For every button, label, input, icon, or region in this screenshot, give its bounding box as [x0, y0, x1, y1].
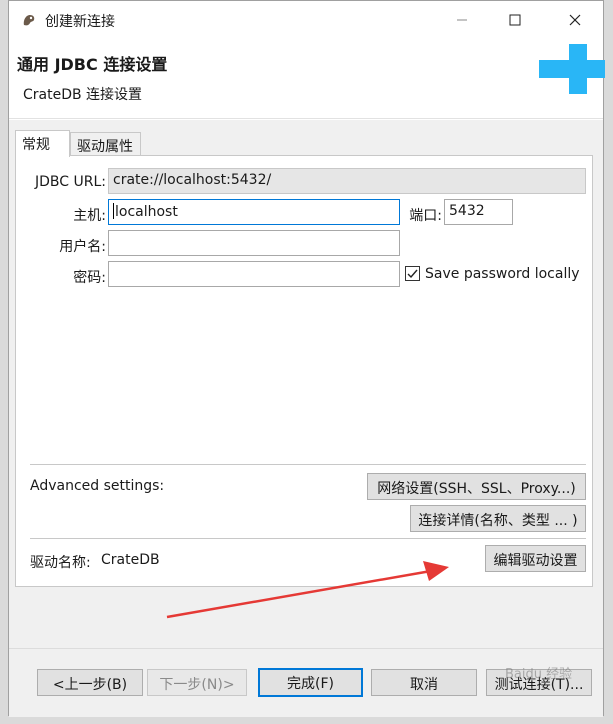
advanced-divider: [30, 464, 586, 465]
host-label: 主机:: [73, 208, 106, 224]
save-password-checkbox[interactable]: [405, 266, 420, 281]
red-arrow-annotation: [166, 561, 449, 619]
baidu-watermark: Baidu 经验: [505, 667, 573, 682]
port-field[interactable]: 5432: [444, 199, 513, 225]
password-label: 密码:: [73, 270, 106, 286]
wizard-button-bar: <上一步(B) 下一步(N)> 完成(F) 取消 测试连接(T)...: [9, 648, 603, 717]
edit-driver-button[interactable]: 编辑驱动设置: [485, 545, 586, 572]
username-label: 用户名:: [59, 239, 106, 255]
next-button[interactable]: 下一步(N)>: [147, 669, 247, 696]
port-label: 端口:: [409, 208, 442, 224]
finish-button[interactable]: 完成(F): [258, 668, 363, 697]
page-subtitle: CrateDB 连接设置: [23, 87, 143, 103]
close-icon: [569, 14, 581, 26]
tab-driver-properties[interactable]: 驱动属性: [70, 132, 141, 156]
checkmark-icon: [407, 269, 418, 279]
text-cursor: [113, 203, 114, 219]
driver-name-label: 驱动名称:: [30, 555, 91, 571]
title-bar: 创建新连接: [9, 1, 603, 39]
maximize-button[interactable]: [492, 1, 538, 39]
minimize-icon: [457, 19, 467, 21]
page-title: 通用 JDBC 连接设置: [17, 55, 168, 74]
jdbc-url-field[interactable]: crate://localhost:5432/: [108, 168, 586, 194]
crate-logo-icon: [539, 44, 605, 94]
save-password-label: Save password locally: [425, 266, 580, 282]
host-field[interactable]: localhost: [108, 199, 400, 225]
driver-divider: [30, 538, 586, 539]
window-title: 创建新连接: [45, 14, 115, 30]
maximize-icon: [509, 14, 521, 26]
host-value: localhost: [115, 204, 178, 220]
dialog-window: 创建新连接 通用 JDBC 连接设置 CrateDB 连接设置 常规 驱动属性 …: [8, 0, 605, 717]
jdbc-url-label: JDBC URL:: [35, 174, 106, 190]
network-settings-button[interactable]: 网络设置(SSH、SSL、Proxy...): [367, 473, 586, 500]
username-field[interactable]: [108, 230, 400, 256]
cancel-button[interactable]: 取消: [371, 669, 477, 696]
minimize-button[interactable]: [439, 1, 485, 39]
dbeaver-app-icon: [23, 15, 35, 26]
tab-general[interactable]: 常规: [15, 130, 70, 157]
connection-details-button[interactable]: 连接详情(名称、类型 ... ): [410, 505, 586, 532]
driver-name-value: CrateDB: [101, 552, 160, 568]
general-tab-panel: JDBC URL: crate://localhost:5432/ 主机: lo…: [15, 155, 593, 587]
back-button[interactable]: <上一步(B): [37, 669, 143, 696]
password-field[interactable]: [108, 261, 400, 287]
close-button[interactable]: [552, 1, 598, 39]
wizard-header: 通用 JDBC 连接设置 CrateDB 连接设置: [9, 39, 605, 119]
advanced-settings-label: Advanced settings:: [30, 478, 165, 494]
